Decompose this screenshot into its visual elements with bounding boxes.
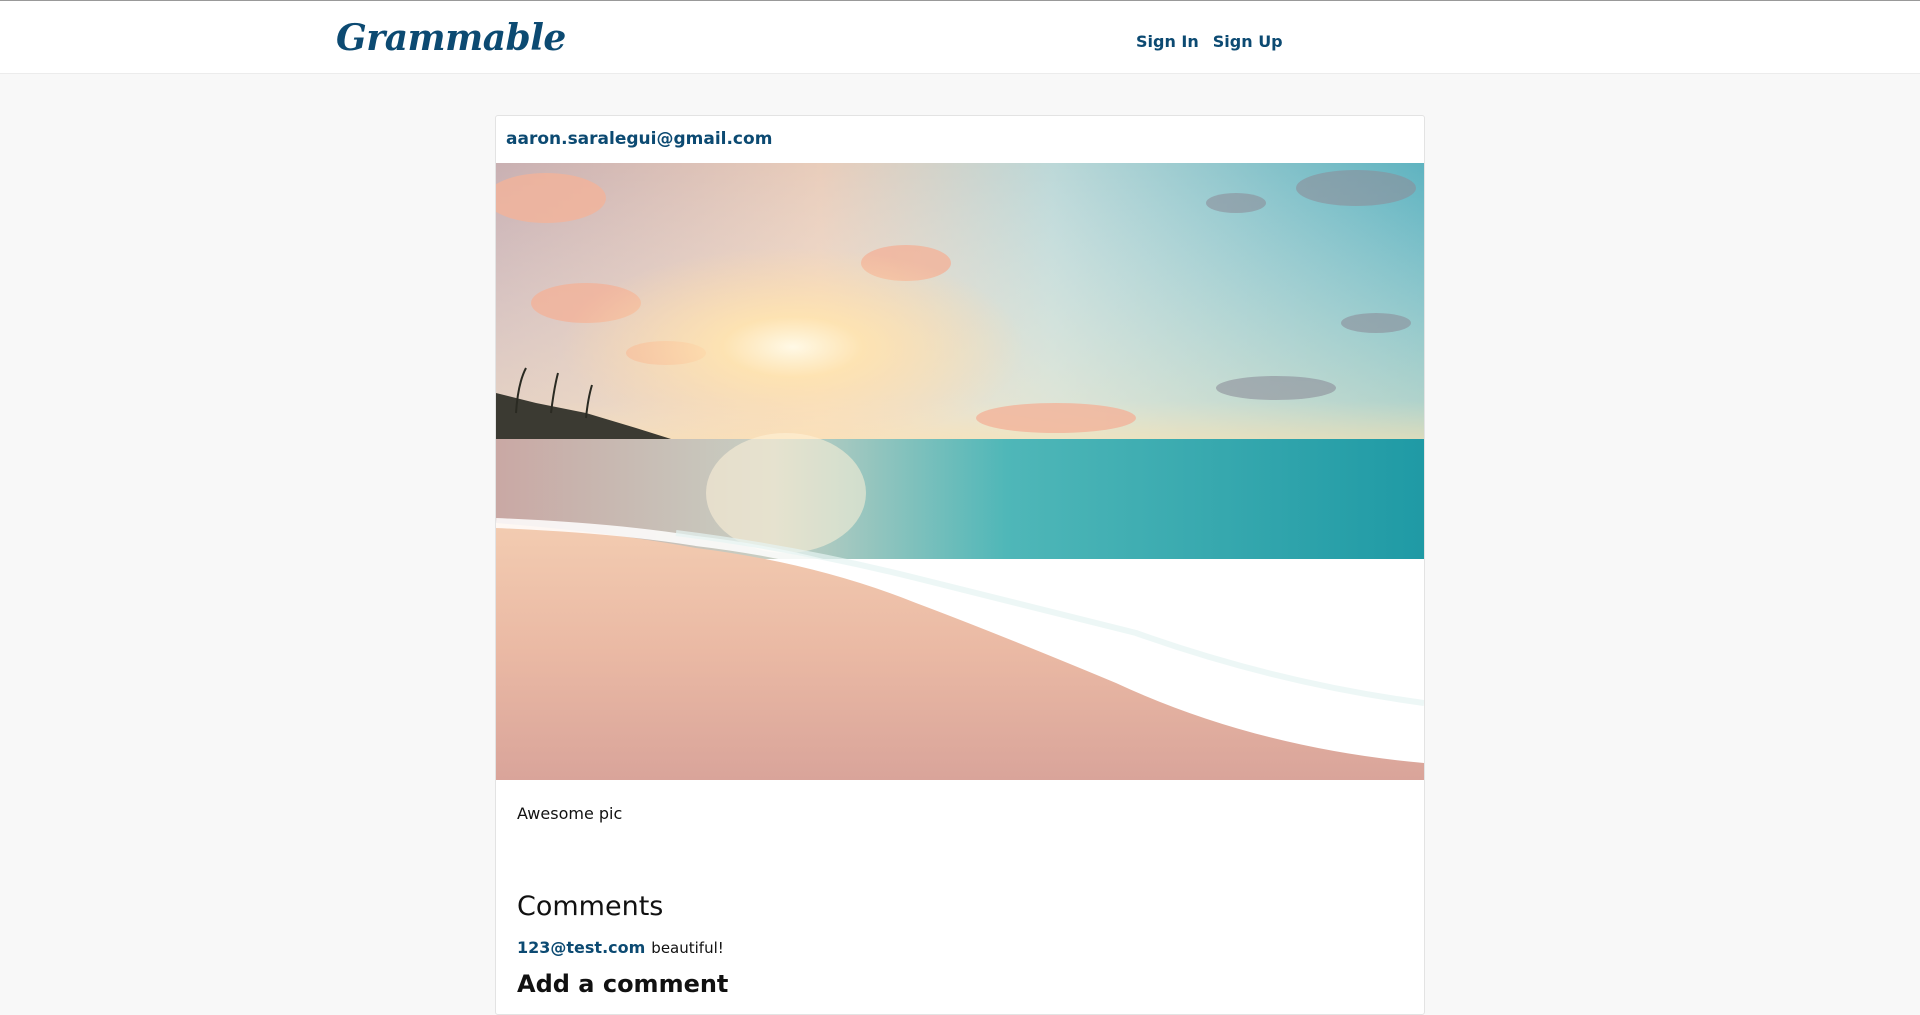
post-caption: Awesome pic: [517, 804, 623, 823]
sign-in-link[interactable]: Sign In: [1136, 32, 1199, 51]
beach-sunset-image: [496, 163, 1424, 780]
comments-heading: Comments: [517, 891, 664, 922]
sign-up-link[interactable]: Sign Up: [1213, 32, 1283, 51]
comment-item: 123@test.com beautiful!: [517, 938, 724, 957]
brand-logo[interactable]: Grammable: [336, 20, 566, 56]
comment-text: beautiful!: [651, 939, 724, 957]
nav-links: Sign In Sign Up: [1136, 32, 1283, 51]
post-card: aaron.saralegui@gmail.com Awesome pic Co…: [495, 115, 1425, 1015]
comment-user-link[interactable]: 123@test.com: [517, 938, 645, 957]
add-comment-heading: Add a comment: [517, 970, 729, 998]
post-author-link[interactable]: aaron.saralegui@gmail.com: [506, 129, 772, 149]
post-header: aaron.saralegui@gmail.com: [496, 116, 1424, 164]
post-photo: [496, 163, 1424, 780]
navbar: Grammable Sign In Sign Up: [0, 4, 1920, 74]
